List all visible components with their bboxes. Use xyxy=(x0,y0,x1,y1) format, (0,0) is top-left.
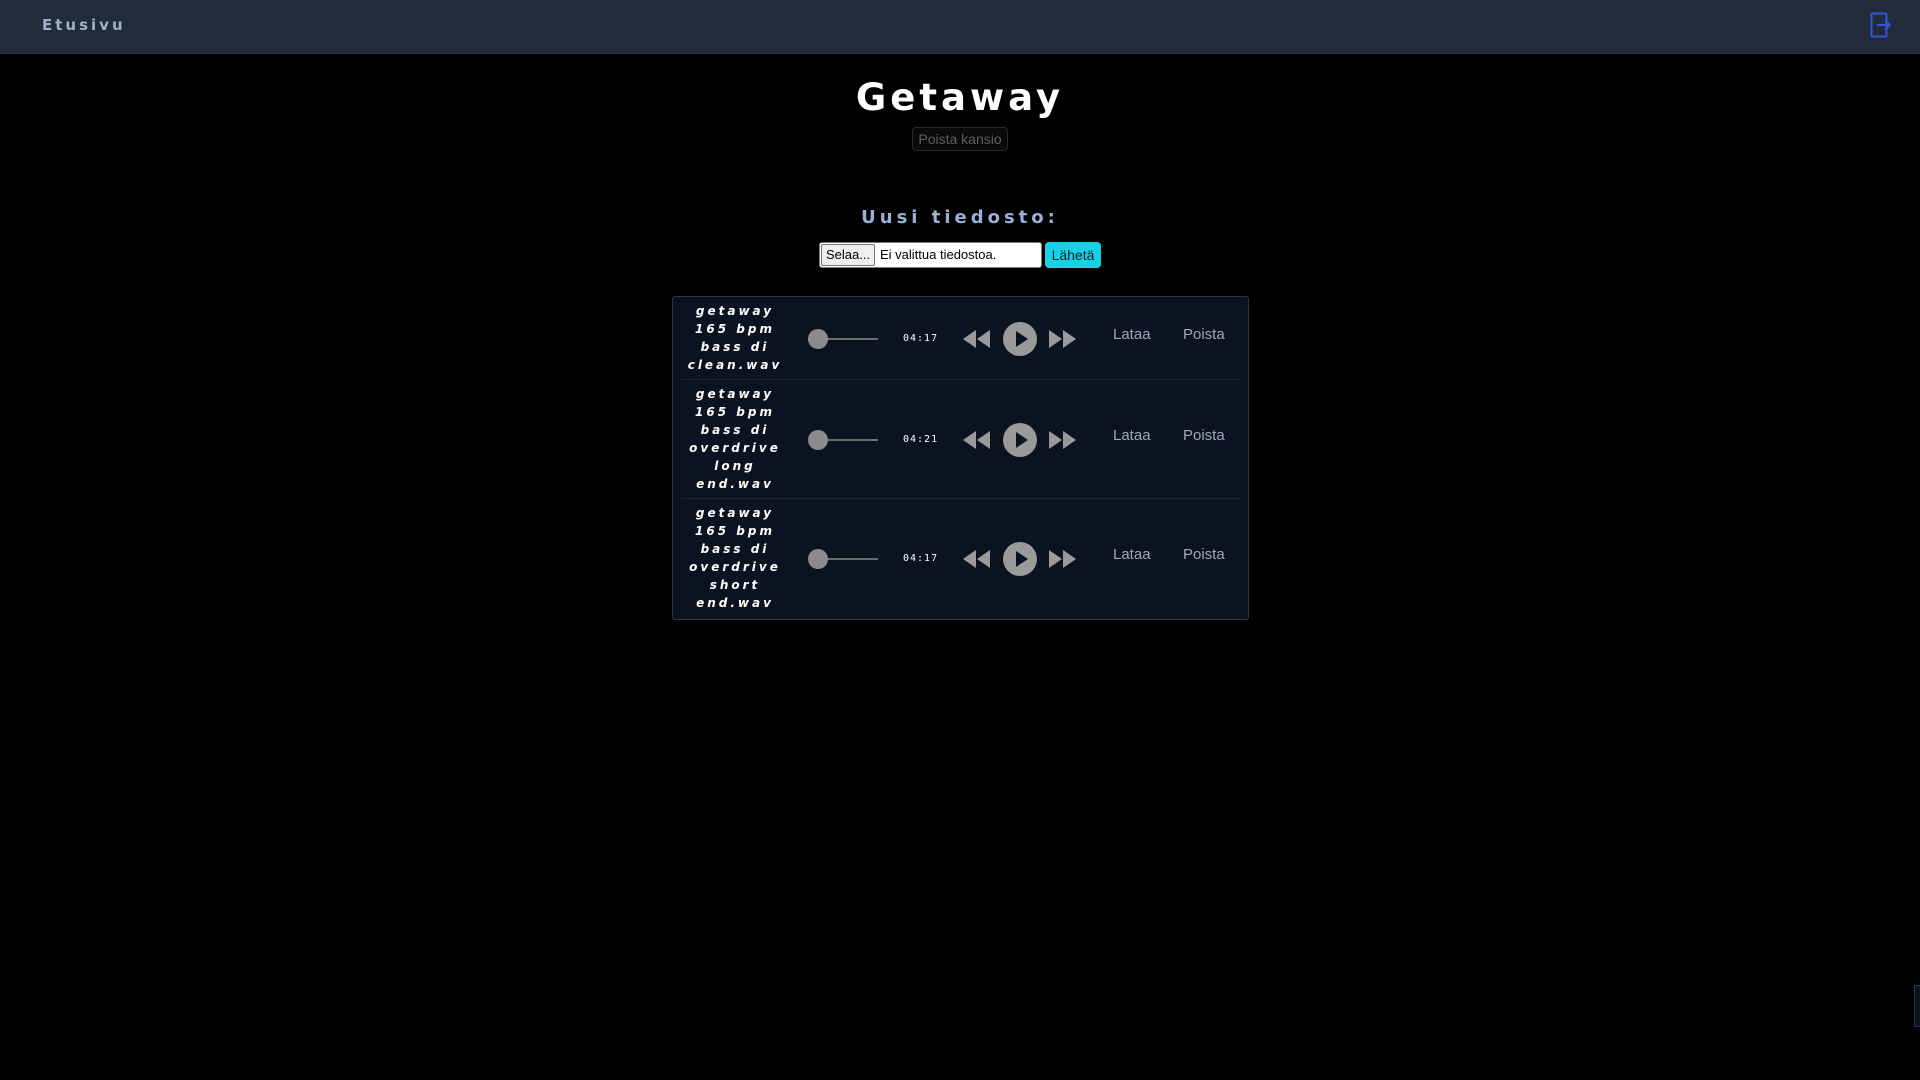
track-name-line: getaway xyxy=(695,304,775,318)
rewind-icon[interactable] xyxy=(962,430,992,450)
track-row: getaway 165 bpm bass di clean.wav 04:17 Lataa… xyxy=(681,297,1240,380)
seek-slider-knob[interactable] xyxy=(808,328,828,349)
track-duration: 04:17 xyxy=(903,552,939,564)
play-icon[interactable] xyxy=(1002,321,1038,357)
track-name-line: end.wav xyxy=(696,477,774,491)
track-row: getaway 165 bpm bass di overdrive long end.wa… xyxy=(681,380,1240,499)
fast-forward-icon[interactable] xyxy=(1047,430,1077,450)
track-name: getaway 165 bpm bass di overdrive short end.w… xyxy=(683,504,787,612)
track-name-line: bass di xyxy=(700,340,770,354)
track-name: getaway 165 bpm bass di clean.wav xyxy=(683,302,787,374)
nav-home-link[interactable]: Etusivu xyxy=(42,16,126,34)
delete-folder-button[interactable]: Poista kansio xyxy=(912,127,1008,151)
seek-slider[interactable] xyxy=(808,429,878,450)
track-name-line: end.wav xyxy=(696,596,774,610)
track-name-line: clean.wav xyxy=(687,358,783,372)
download-button[interactable]: Lataa xyxy=(1113,546,1151,563)
seek-slider[interactable] xyxy=(808,548,878,569)
track-name-line: overdrive xyxy=(689,560,781,574)
logout-icon[interactable] xyxy=(1870,12,1892,38)
track-name-line: getaway xyxy=(695,506,775,520)
track-name-line: long xyxy=(714,459,756,473)
track-duration: 04:17 xyxy=(903,332,939,344)
track-name-line: bass di xyxy=(700,542,770,556)
page-title: Getaway xyxy=(855,76,1065,119)
track-name-line: 165 bpm xyxy=(695,322,775,336)
delete-file-button[interactable]: Poista xyxy=(1183,326,1225,343)
delete-file-button[interactable]: Poista xyxy=(1183,427,1225,444)
track-name-line: short xyxy=(709,578,761,592)
track-name: getaway 165 bpm bass di overdrive long end.wa… xyxy=(683,385,787,493)
rewind-icon[interactable] xyxy=(962,549,992,569)
download-button[interactable]: Lataa xyxy=(1113,427,1151,444)
side-panel-tab[interactable] xyxy=(1914,985,1920,1027)
fast-forward-icon[interactable] xyxy=(1047,329,1077,349)
seek-slider-knob[interactable] xyxy=(808,548,828,569)
navbar: Etusivu xyxy=(0,0,1920,54)
play-icon[interactable] xyxy=(1002,541,1038,577)
track-duration: 04:21 xyxy=(903,433,939,445)
upload-heading: Uusi tiedosto: xyxy=(861,207,1059,228)
rewind-icon[interactable] xyxy=(962,329,992,349)
download-button[interactable]: Lataa xyxy=(1113,326,1151,343)
seek-slider-knob[interactable] xyxy=(808,429,828,450)
no-file-text: Ei valittua tiedostoa. xyxy=(880,247,997,262)
file-input[interactable]: Selaa... Ei valittua tiedostoa. xyxy=(819,242,1042,268)
delete-file-button[interactable]: Poista xyxy=(1183,546,1225,563)
track-name-line: overdrive xyxy=(689,441,781,455)
seek-slider[interactable] xyxy=(808,328,878,349)
play-icon[interactable] xyxy=(1002,422,1038,458)
track-name-line: 165 bpm xyxy=(695,524,775,538)
fast-forward-icon[interactable] xyxy=(1047,549,1077,569)
track-list: getaway 165 bpm bass di clean.wav 04:17 Lataa… xyxy=(672,296,1249,620)
track-row: getaway 165 bpm bass di overdrive short end.w… xyxy=(681,499,1240,618)
track-name-line: getaway xyxy=(695,387,775,401)
track-name-line: 165 bpm xyxy=(695,405,775,419)
browse-button[interactable]: Selaa... xyxy=(821,244,875,266)
send-button[interactable]: Lähetä xyxy=(1045,242,1101,268)
track-name-line: bass di xyxy=(700,423,770,437)
